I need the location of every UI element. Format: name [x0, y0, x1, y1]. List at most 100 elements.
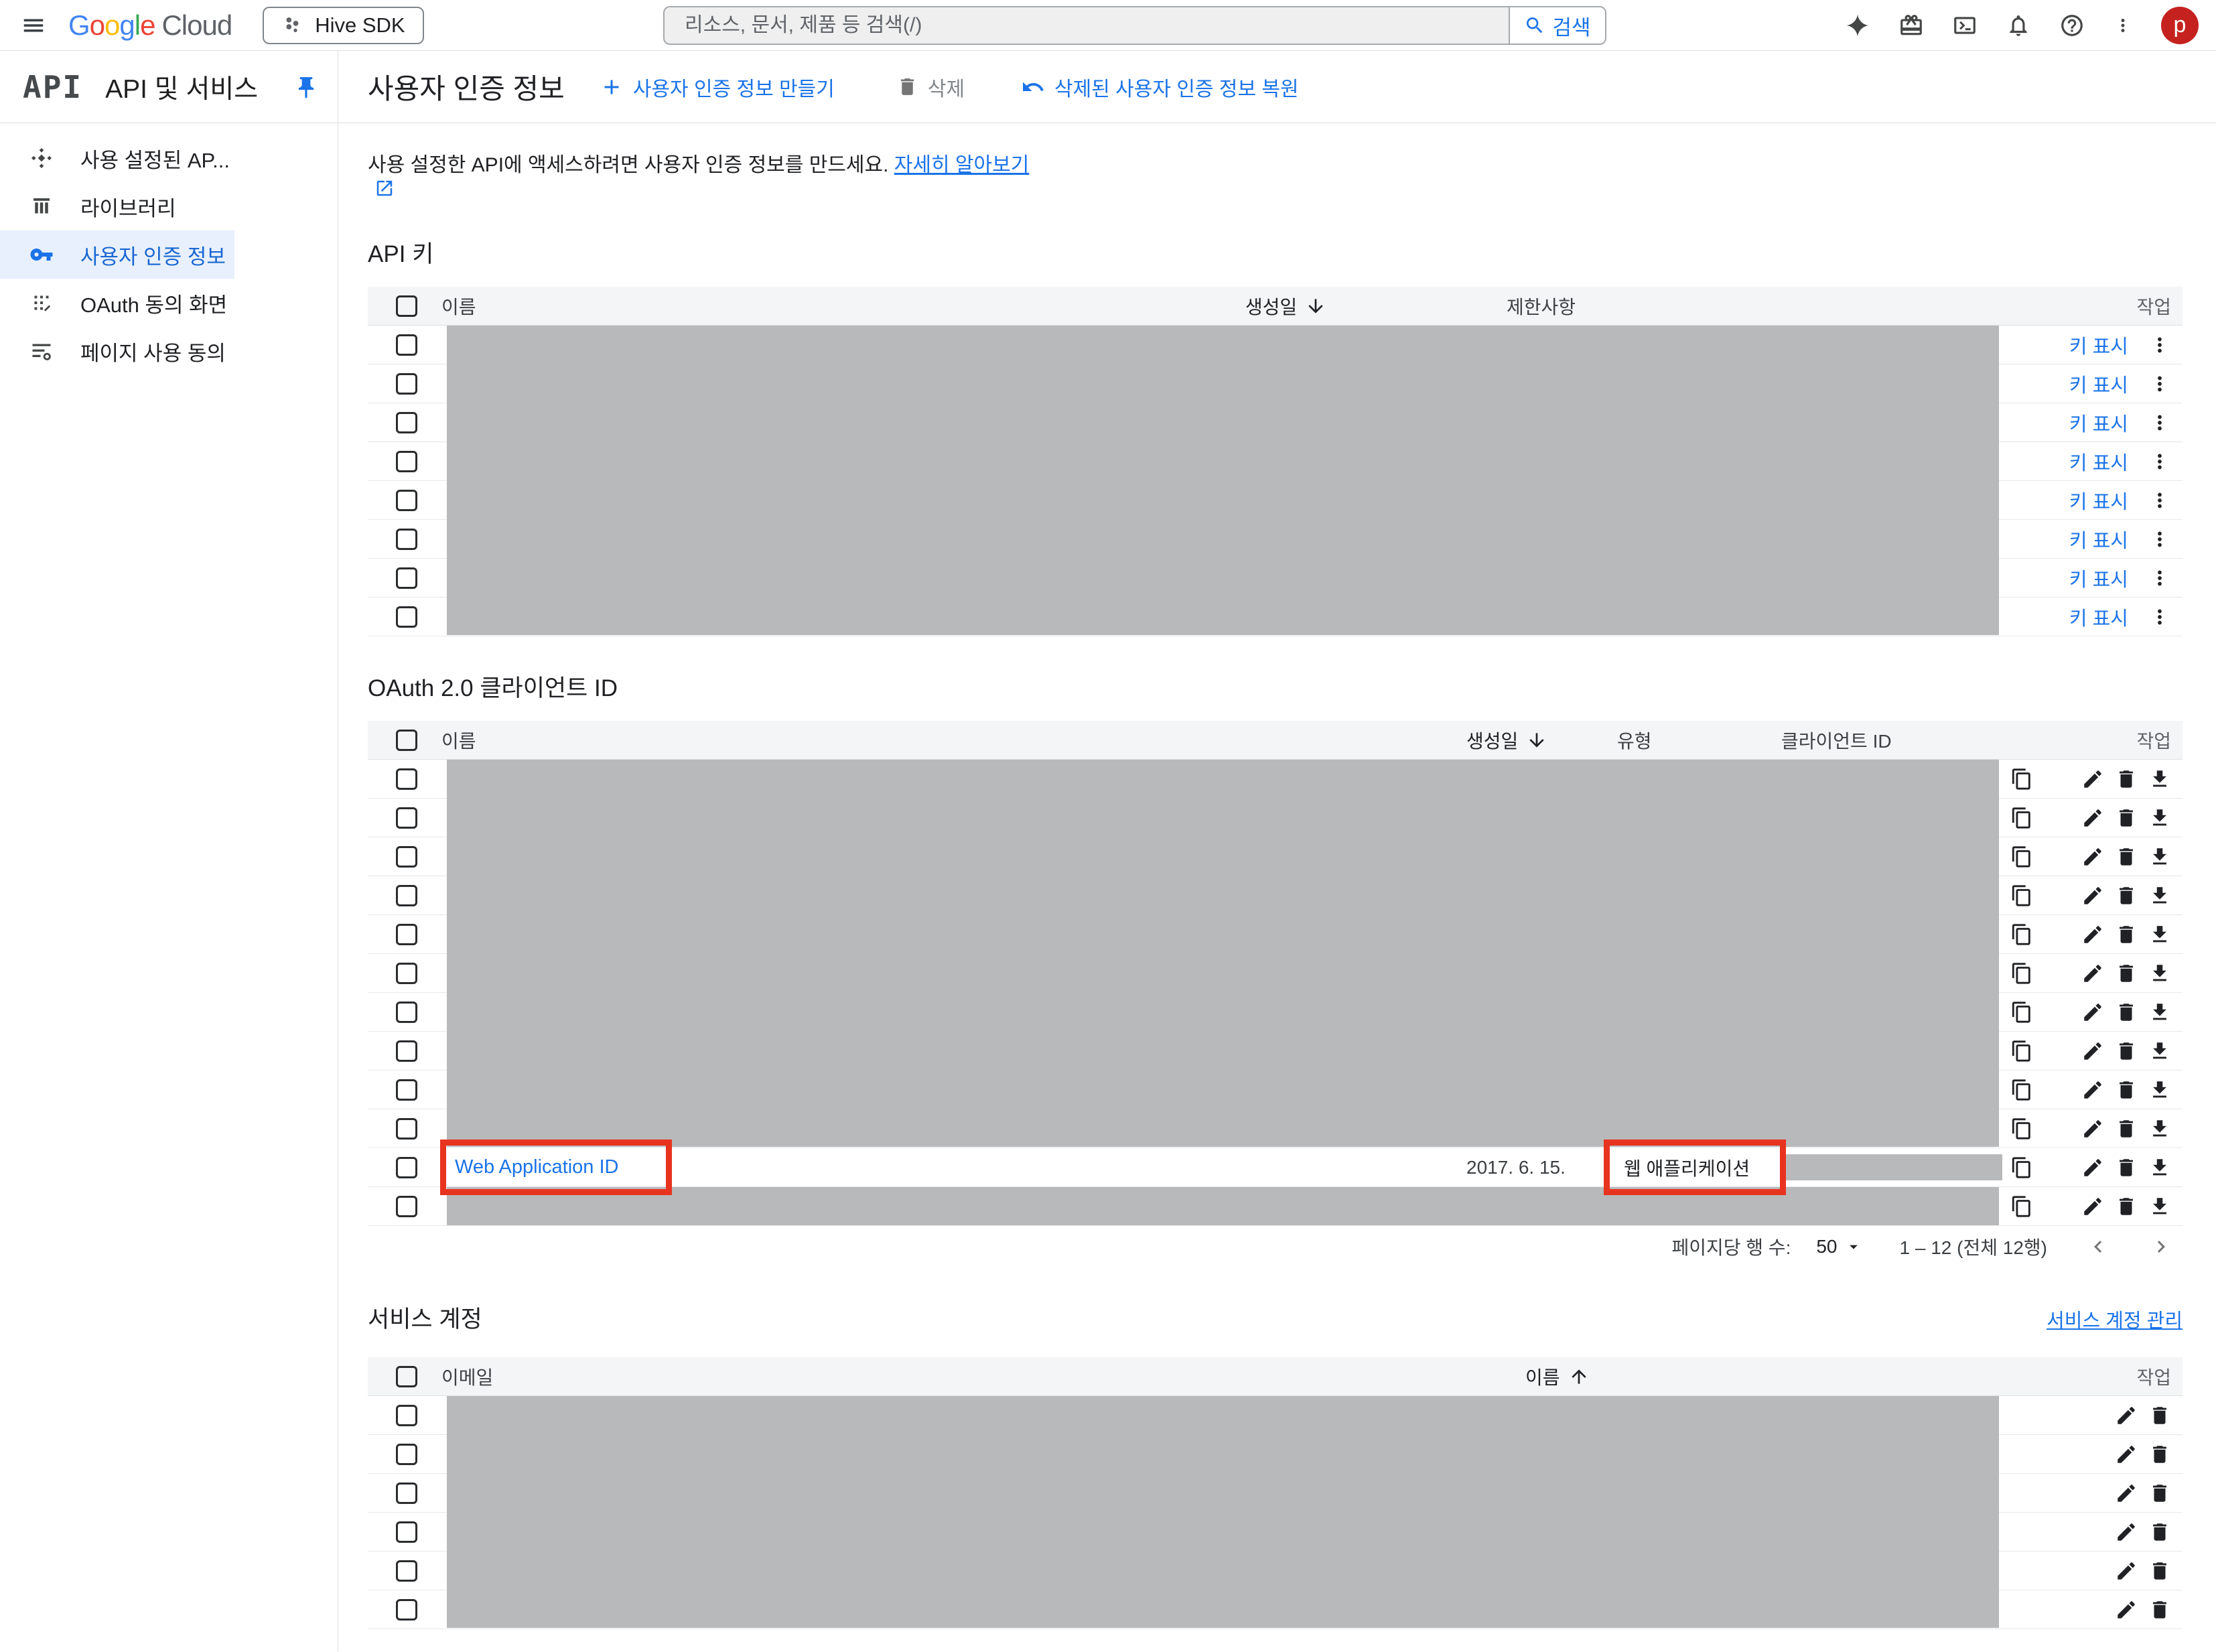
sort-by-created[interactable]: 생성일 [1245, 293, 1326, 320]
delete-icon[interactable] [2115, 1117, 2138, 1140]
edit-icon[interactable] [2081, 962, 2104, 985]
show-key-link[interactable]: 키 표시 [2069, 486, 2128, 514]
edit-icon[interactable] [2115, 1482, 2138, 1505]
delete-icon[interactable] [2115, 845, 2138, 868]
delete-icon[interactable] [2115, 1079, 2138, 1101]
row-checkbox[interactable] [396, 1482, 417, 1504]
sort-by-name[interactable]: 이름 [1525, 1363, 1590, 1390]
more-vert-icon[interactable] [2148, 489, 2171, 512]
restore-credentials-button[interactable]: 삭제된 사용자 인증 정보 복원 [1021, 72, 1299, 102]
download-icon[interactable] [2148, 1001, 2171, 1024]
download-icon[interactable] [2148, 1195, 2171, 1218]
row-checkbox[interactable] [396, 768, 417, 790]
download-icon[interactable] [2148, 1117, 2171, 1140]
copy-icon[interactable] [2010, 807, 2033, 829]
pin-icon[interactable] [293, 75, 319, 100]
rows-per-page-select[interactable]: 50 [1816, 1236, 1862, 1257]
delete-icon[interactable] [2115, 962, 2138, 985]
delete-icon[interactable] [2115, 1040, 2138, 1062]
help-icon[interactable] [2059, 13, 2085, 38]
row-checkbox[interactable] [396, 411, 417, 433]
download-icon[interactable] [2148, 768, 2171, 790]
row-checkbox[interactable] [396, 1195, 417, 1217]
avatar[interactable]: p [2161, 6, 2199, 44]
edit-icon[interactable] [2081, 807, 2104, 829]
row-checkbox[interactable] [396, 807, 417, 829]
row-checkbox[interactable] [396, 528, 417, 550]
row-checkbox[interactable] [396, 372, 417, 395]
copy-icon[interactable] [2010, 845, 2033, 868]
download-icon[interactable] [2148, 1079, 2171, 1101]
download-icon[interactable] [2148, 845, 2171, 868]
gift-icon[interactable] [1898, 13, 1924, 38]
more-vert-icon[interactable] [2148, 411, 2171, 434]
copy-icon[interactable] [2010, 1079, 2033, 1101]
show-key-link[interactable]: 키 표시 [2069, 525, 2128, 553]
copy-icon[interactable] [2010, 1117, 2033, 1140]
delete-icon[interactable] [2148, 1598, 2171, 1621]
delete-button[interactable]: 삭제 [896, 72, 965, 102]
row-checkbox[interactable] [396, 1117, 417, 1140]
copy-icon[interactable] [2010, 962, 2033, 985]
copy-icon[interactable] [2010, 1040, 2033, 1062]
edit-icon[interactable] [2081, 1117, 2104, 1140]
more-vert-icon[interactable] [2148, 567, 2171, 590]
edit-icon[interactable] [2081, 923, 2104, 946]
delete-icon[interactable] [2148, 1404, 2171, 1427]
edit-icon[interactable] [2115, 1598, 2138, 1621]
next-page-icon[interactable] [2149, 1235, 2173, 1259]
download-icon[interactable] [2148, 962, 2171, 985]
row-checkbox[interactable] [396, 962, 417, 984]
edit-icon[interactable] [2081, 1195, 2104, 1218]
select-all-checkbox[interactable] [396, 295, 417, 317]
more-vert-icon[interactable] [2148, 606, 2171, 628]
delete-icon[interactable] [2115, 884, 2138, 907]
delete-icon[interactable] [2115, 1156, 2138, 1179]
cloud-shell-icon[interactable] [1952, 13, 1978, 38]
delete-icon[interactable] [2115, 807, 2138, 829]
row-checkbox[interactable] [396, 1156, 417, 1178]
sidebar-item-page-consent[interactable]: 페이지 사용 동의 [0, 327, 234, 375]
edit-icon[interactable] [2081, 884, 2104, 907]
sidebar-item-credentials[interactable]: 사용자 인증 정보 [0, 230, 234, 279]
delete-icon[interactable] [2115, 768, 2138, 790]
more-vert-icon[interactable] [2148, 528, 2171, 551]
edit-icon[interactable] [2115, 1521, 2138, 1543]
download-icon[interactable] [2148, 1040, 2171, 1062]
create-credentials-button[interactable]: 사용자 인증 정보 만들기 [600, 72, 835, 102]
learn-more-link[interactable]: 자세히 알아보기 [894, 154, 1030, 176]
row-checkbox[interactable] [396, 489, 417, 511]
delete-icon[interactable] [2115, 923, 2138, 946]
copy-icon[interactable] [2010, 768, 2033, 790]
sort-by-created[interactable]: 생성일 [1466, 727, 1547, 754]
show-key-link[interactable]: 키 표시 [2069, 448, 2128, 476]
show-key-link[interactable]: 키 표시 [2069, 564, 2128, 592]
notifications-bell-icon[interactable] [2006, 13, 2031, 38]
row-checkbox[interactable] [396, 884, 417, 906]
copy-icon[interactable] [2010, 923, 2033, 946]
delete-icon[interactable] [2115, 1001, 2138, 1024]
edit-icon[interactable] [2115, 1560, 2138, 1582]
edit-icon[interactable] [2081, 1001, 2104, 1024]
row-checkbox[interactable] [396, 1560, 417, 1582]
more-vert-icon[interactable] [2113, 13, 2133, 38]
manage-service-accounts-link[interactable]: 서비스 계정 관리 [2047, 1305, 2183, 1333]
download-icon[interactable] [2148, 1156, 2171, 1179]
row-checkbox[interactable] [396, 845, 417, 868]
delete-icon[interactable] [2148, 1443, 2171, 1466]
row-checkbox[interactable] [396, 1404, 417, 1426]
sidebar-item-library[interactable]: 라이브러리 [0, 182, 234, 230]
edit-icon[interactable] [2081, 1040, 2104, 1062]
row-checkbox[interactable] [396, 334, 417, 356]
show-key-link[interactable]: 키 표시 [2069, 331, 2128, 359]
sidebar-item-enabled-apis[interactable]: 사용 설정된 AP... [0, 134, 234, 182]
show-key-link[interactable]: 키 표시 [2069, 409, 2128, 437]
copy-icon[interactable] [2010, 1001, 2033, 1024]
download-icon[interactable] [2148, 807, 2171, 829]
delete-icon[interactable] [2148, 1521, 2171, 1543]
select-all-checkbox[interactable] [396, 729, 417, 751]
edit-icon[interactable] [2081, 768, 2104, 790]
row-checkbox[interactable] [396, 1001, 417, 1023]
download-icon[interactable] [2148, 923, 2171, 946]
row-checkbox[interactable] [396, 1521, 417, 1543]
